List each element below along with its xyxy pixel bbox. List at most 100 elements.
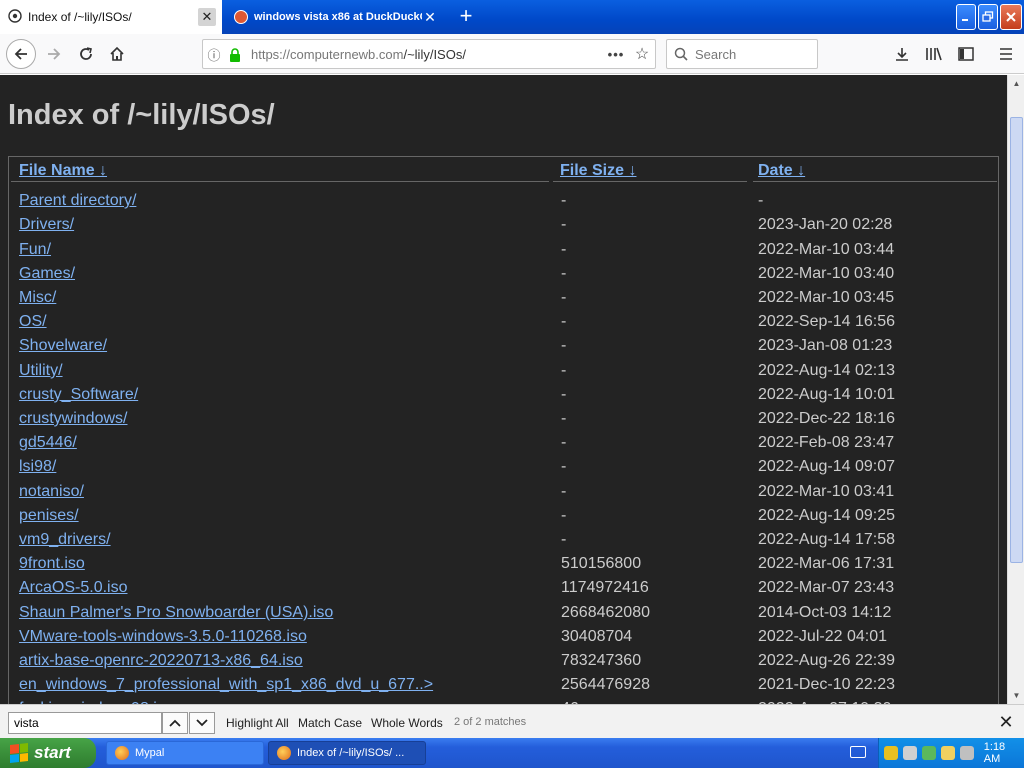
scroll-up-arrow-icon[interactable]: ▲ — [1008, 75, 1024, 92]
file-size-cell: - — [561, 362, 567, 379]
home-button[interactable] — [103, 40, 131, 68]
tab-index-of-isos[interactable]: Index of /~lily/ISOs/ ✕ — [0, 0, 222, 34]
file-date-cell: 2023-Jan-20 02:28 — [758, 216, 893, 233]
file-size-cell: 30408704 — [561, 628, 633, 645]
title-bar: Index of /~lily/ISOs/ ✕ windows vista x8… — [0, 0, 1024, 34]
close-find-bar-icon[interactable]: ✕ — [996, 713, 1016, 733]
file-date-cell: 2022-Mar-10 03:40 — [758, 265, 895, 282]
page-title: Index of /~lily/ISOs/ — [8, 99, 275, 131]
search-icon — [667, 47, 695, 61]
file-date-cell: - — [758, 192, 764, 209]
file-date-cell: 2022-Sep-14 16:56 — [758, 313, 895, 330]
keyboard-icon[interactable] — [850, 746, 866, 758]
bookmark-star-icon[interactable]: ☆ — [629, 44, 655, 64]
sort-by-date-header[interactable]: Date ↓ — [758, 162, 805, 180]
file-name-link[interactable]: Shovelware/ — [19, 337, 107, 355]
sort-by-name-header[interactable]: File Name ↓ — [19, 162, 107, 180]
find-previous-button[interactable] — [162, 712, 188, 734]
file-date-cell: 2023-Jan-08 01:23 — [758, 337, 893, 354]
header-divider — [553, 181, 747, 182]
file-size-cell: - — [561, 216, 567, 233]
file-name-link[interactable]: en_windows_7_professional_with_sp1_x86_d… — [19, 676, 433, 694]
file-name-link[interactable]: Fun/ — [19, 241, 51, 259]
file-name-link[interactable]: Drivers/ — [19, 216, 74, 234]
new-tab-button[interactable]: + — [454, 5, 478, 29]
mypal-icon — [115, 746, 129, 760]
file-size-cell: 1174972416 — [561, 579, 649, 596]
close-tab-icon[interactable]: ✕ — [198, 8, 216, 26]
file-name-link[interactable]: 9front.iso — [19, 555, 85, 573]
file-date-cell: 2022-Dec-22 18:16 — [758, 410, 895, 427]
file-name-link[interactable]: Parent directory/ — [19, 192, 136, 210]
file-date-cell: 2014-Oct-03 14:12 — [758, 604, 892, 621]
table-row: vm9_drivers/ - 2022-Aug-14 17:58 — [9, 529, 998, 553]
file-name-link[interactable]: OS/ — [19, 313, 47, 331]
url-text[interactable]: https://computernewb.com/~lily/ISOs/ — [251, 47, 603, 62]
search-bar[interactable]: Search — [666, 39, 818, 69]
tab-duckduckgo[interactable]: windows vista x86 at DuckDuckGo ✕ — [226, 0, 446, 34]
network-icon[interactable] — [902, 746, 917, 760]
file-name-link[interactable]: vm9_drivers/ — [19, 531, 111, 549]
reload-button[interactable] — [72, 40, 100, 68]
url-bar[interactable]: ⓘ https://computernewb.com/~lily/ISOs/ •… — [202, 39, 656, 69]
security-shield-icon[interactable] — [884, 746, 898, 760]
find-input[interactable] — [8, 712, 162, 734]
url-host: https://computernewb.com — [251, 46, 404, 62]
file-name-link[interactable]: crusty_Software/ — [19, 386, 138, 404]
table-row: crusty_Software/ - 2022-Aug-14 10:01 — [9, 384, 998, 408]
file-date-cell: 2022-Mar-07 23:43 — [758, 579, 895, 596]
hamburger-menu-icon[interactable] — [994, 42, 1018, 66]
taskbar-item-mypal[interactable]: Mypal — [106, 741, 264, 765]
file-size-cell: - — [561, 192, 567, 209]
file-size-cell: 2564476928 — [561, 676, 650, 693]
folder-icon[interactable] — [940, 746, 955, 760]
whole-words-toggle[interactable]: Whole Words — [371, 716, 443, 730]
file-date-cell: 2022-Jul-22 04:01 — [758, 628, 887, 645]
file-name-link[interactable]: Games/ — [19, 265, 75, 283]
window-close-button[interactable] — [1000, 4, 1022, 30]
file-name-link[interactable]: artix-base-openrc-20220713-x86_64.iso — [19, 652, 303, 670]
sidebar-icon[interactable] — [954, 42, 978, 66]
file-name-link[interactable]: Utility/ — [19, 362, 63, 380]
match-case-toggle[interactable]: Match Case — [298, 716, 362, 730]
system-tray: 1:18 AM — [878, 738, 1024, 768]
sort-by-size-header[interactable]: File Size ↓ — [560, 162, 636, 180]
restore-button[interactable] — [978, 4, 998, 30]
navigation-toolbar: ⓘ https://computernewb.com/~lily/ISOs/ •… — [0, 34, 1024, 74]
library-icon[interactable] — [922, 42, 946, 66]
vertical-scrollbar[interactable]: ▲ ▼ — [1007, 75, 1024, 704]
network-status-icon[interactable] — [921, 746, 936, 760]
file-date-cell: 2022-Mar-10 03:45 — [758, 289, 895, 306]
highlight-all-toggle[interactable]: Highlight All — [226, 716, 289, 730]
taskbar-item-browser-window[interactable]: Index of /~lily/ISOs/ ... — [268, 741, 426, 765]
file-name-link[interactable]: Misc/ — [19, 289, 56, 307]
file-date-cell: 2021-Dec-10 22:23 — [758, 676, 895, 693]
page-actions-icon[interactable]: ••• — [603, 47, 629, 62]
scrollbar-thumb[interactable] — [1010, 117, 1023, 563]
file-name-link[interactable]: crustywindows/ — [19, 410, 127, 428]
search-placeholder: Search — [695, 46, 737, 62]
file-name-link[interactable]: penises/ — [19, 507, 79, 525]
file-name-link[interactable]: notaniso/ — [19, 483, 84, 501]
volume-icon[interactable] — [959, 746, 974, 760]
minimize-button[interactable] — [956, 4, 976, 30]
downloads-icon[interactable] — [890, 42, 914, 66]
info-icon[interactable]: ⓘ — [203, 45, 225, 64]
back-button[interactable] — [6, 39, 36, 69]
file-name-link[interactable]: ArcaOS-5.0.iso — [19, 579, 127, 597]
file-name-link[interactable]: Shaun Palmer's Pro Snowboarder (USA).iso — [19, 604, 333, 622]
lock-icon[interactable] — [229, 48, 245, 62]
start-button[interactable]: start — [0, 738, 96, 768]
page-favicon-icon — [8, 8, 22, 26]
forward-button[interactable] — [40, 40, 68, 68]
find-next-button[interactable] — [189, 712, 215, 734]
file-date-cell: 2022-Aug-14 02:13 — [758, 362, 895, 379]
close-tab-icon[interactable]: ✕ — [422, 9, 438, 25]
find-match-status: 2 of 2 matches — [454, 716, 527, 728]
scroll-down-arrow-icon[interactable]: ▼ — [1008, 687, 1024, 704]
file-name-link[interactable]: gd5446/ — [19, 434, 77, 452]
file-size-cell: 510156800 — [561, 555, 642, 572]
table-row: crustywindows/ - 2022-Dec-22 18:16 — [9, 408, 998, 432]
file-name-link[interactable]: lsi98/ — [19, 458, 56, 476]
file-name-link[interactable]: VMware-tools-windows-3.5.0-110268.iso — [19, 628, 307, 646]
